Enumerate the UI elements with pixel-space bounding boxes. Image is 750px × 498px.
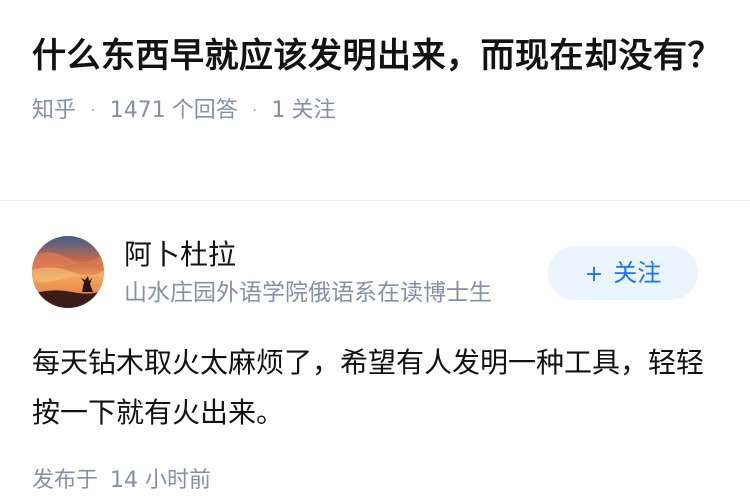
answer-body[interactable]: 每天钻木取火太麻烦了，希望有人发明一种工具，轻轻按一下就有火出来。: [32, 338, 712, 438]
author-bio: 山水庄园外语学院俄语系在读博士生: [124, 280, 492, 306]
question-title[interactable]: 什么东西早就应该发明出来，而现在却没有？: [32, 30, 722, 82]
follower-count[interactable]: 1: [272, 96, 286, 126]
section-divider: [0, 200, 750, 201]
meta-separator: ·: [251, 100, 258, 121]
follow-button-label: 关注: [613, 259, 662, 287]
question-header: 什么东西早就应该发明出来，而现在却没有？ 知乎 · 1471 个回答 · 1 关…: [32, 30, 722, 126]
sunset-silhouette-avatar-icon: [32, 236, 104, 308]
follow-button[interactable]: + 关注: [548, 246, 698, 300]
plus-icon: +: [584, 262, 604, 287]
source-label[interactable]: 知乎: [32, 96, 76, 126]
avatar[interactable]: [32, 236, 104, 308]
meta-separator: ·: [90, 100, 96, 121]
publish-label: 发布于: [32, 468, 99, 493]
publish-time-value: 14 小时前: [110, 468, 212, 493]
answer-count-label[interactable]: 个回答: [172, 96, 238, 126]
author-name[interactable]: 阿卜杜拉: [124, 236, 236, 274]
answer-count[interactable]: 1471: [110, 96, 166, 126]
publish-time: 发布于 14 小时前: [32, 466, 211, 496]
question-meta: 知乎 · 1471 个回答 · 1 关注: [32, 96, 722, 126]
author-row: 阿卜杜拉 山水庄园外语学院俄语系在读博士生 + 关注: [32, 236, 718, 308]
follower-count-label[interactable]: 关注: [292, 96, 336, 126]
